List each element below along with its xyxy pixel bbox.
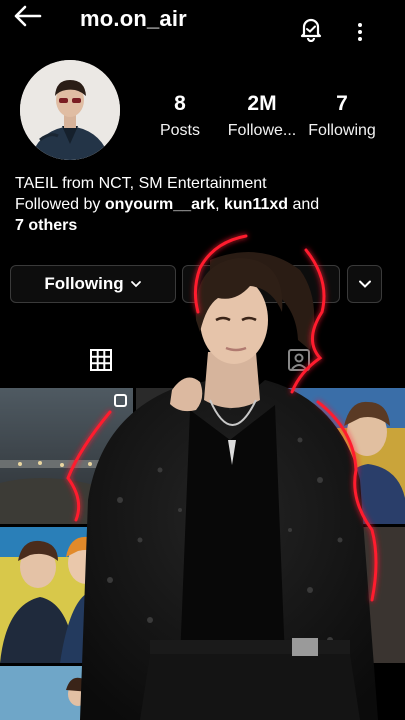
chevron-down-icon	[358, 280, 371, 288]
avatar-photo	[20, 60, 120, 160]
follower-name[interactable]: kun11xd	[224, 196, 288, 213]
profile-avatar[interactable]	[20, 60, 120, 160]
profile-tabs	[0, 340, 405, 384]
bell-icon[interactable]	[298, 16, 324, 42]
multiple-posts-icon	[114, 533, 127, 546]
chevron-down-icon	[130, 281, 141, 288]
post-thumbnail[interactable]	[0, 666, 133, 720]
profile-header: mo.on_air	[0, 0, 405, 56]
post-thumbnail[interactable]	[272, 527, 405, 663]
posts-grid	[0, 388, 405, 720]
following-button-label: Following	[44, 274, 124, 293]
post-thumbnail[interactable]	[136, 388, 269, 524]
stat-following-value: 7	[336, 92, 348, 115]
followed-by-line[interactable]: Followed by onyourm__ark, kun11xd and	[15, 194, 395, 215]
stat-posts[interactable]: 8 Posts	[156, 92, 204, 140]
suggested-button[interactable]	[347, 265, 382, 303]
follower-name[interactable]: onyourm__ark	[105, 196, 215, 213]
more-vertical-icon[interactable]	[350, 20, 370, 44]
following-button[interactable]: Following	[10, 265, 176, 303]
stat-following[interactable]: 7 Following	[302, 92, 382, 140]
tagged-icon[interactable]	[287, 348, 311, 372]
multiple-posts-icon	[114, 394, 127, 407]
followed-by-and: and	[288, 196, 320, 213]
stat-posts-label: Posts	[159, 122, 200, 139]
profile-username: mo.on_air	[80, 6, 187, 31]
message-button[interactable]	[182, 265, 340, 303]
post-thumbnail[interactable]	[0, 388, 133, 524]
post-thumbnail[interactable]	[0, 527, 133, 663]
back-arrow-icon[interactable]	[12, 4, 42, 28]
followed-by-prefix: Followed by	[15, 196, 105, 213]
profile-bio: TAEIL from NCT, SM Entertainment Followe…	[15, 173, 395, 236]
stat-followers[interactable]: 2M Followe...	[222, 92, 302, 140]
stat-posts-value: 8	[174, 92, 186, 115]
followed-by-others[interactable]: 7 others	[15, 217, 77, 234]
follower-separator: ,	[215, 196, 224, 213]
stat-followers-label: Followe...	[227, 122, 297, 139]
bio-text: TAEIL from NCT, SM Entertainment	[15, 175, 267, 192]
stat-following-label: Following	[308, 122, 376, 139]
stat-followers-value: 2M	[247, 92, 277, 115]
post-thumbnail[interactable]	[272, 388, 405, 524]
grid-icon[interactable]	[89, 348, 113, 372]
